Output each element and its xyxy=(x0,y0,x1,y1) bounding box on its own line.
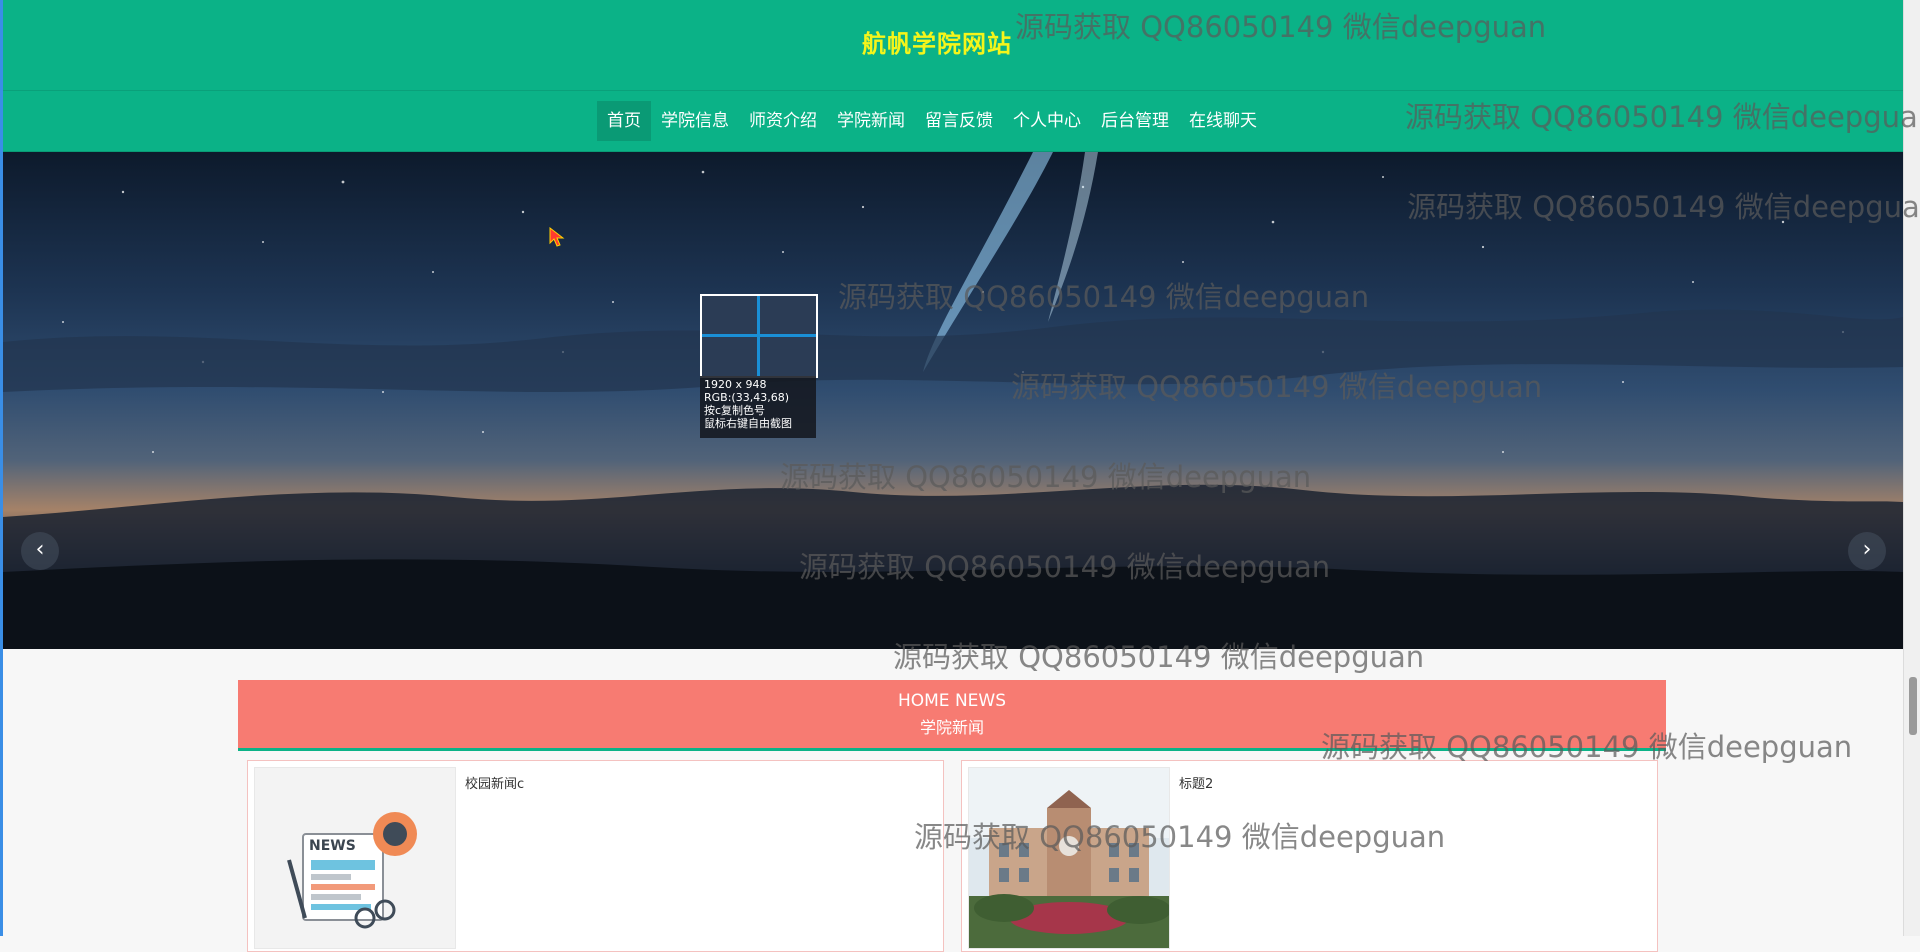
news-thumbnail[interactable] xyxy=(968,767,1170,949)
capture-magnifier xyxy=(700,294,818,378)
mouse-cursor-icon xyxy=(549,227,565,247)
main-nav: 首页 学院信息 师资介绍 学院新闻 留言反馈 个人中心 后台管理 在线聊天 xyxy=(0,90,1903,153)
campus-building-photo-icon xyxy=(969,768,1169,948)
news-card-title[interactable]: 校园新闻c xyxy=(465,773,524,792)
capture-info-panel: 1920 x 948 RGB:(33,43,68) 按c复制色号 鼠标右键自由截… xyxy=(700,376,816,438)
news-card[interactable]: 标题2 xyxy=(961,760,1658,952)
scrollbar-thumb[interactable] xyxy=(1909,677,1917,735)
chevron-left-icon: ‹ xyxy=(35,537,45,562)
banner-night-sky-image xyxy=(3,152,1903,649)
capture-copy-hint: 按c复制色号 xyxy=(704,404,766,417)
news-thumbnail[interactable]: NEWS xyxy=(254,767,456,949)
news-card-title[interactable]: 标题2 xyxy=(1179,773,1213,792)
banner-carousel[interactable]: ‹ › xyxy=(3,152,1903,649)
nav-item-college-news[interactable]: 学院新闻 xyxy=(827,101,915,141)
nav-item-faculty[interactable]: 师资介绍 xyxy=(739,101,827,141)
svg-text:NEWS: NEWS xyxy=(309,838,356,854)
capture-size-text: 1920 x 948 xyxy=(704,378,767,391)
carousel-next-button[interactable]: › xyxy=(1848,532,1886,570)
news-section-heading: HOME NEWS 学院新闻 xyxy=(238,680,1666,751)
news-illustration-icon: NEWS xyxy=(255,768,455,948)
nav-item-home[interactable]: 首页 xyxy=(597,101,651,141)
nav-item-college-info[interactable]: 学院信息 xyxy=(651,101,739,141)
news-heading-en: HOME NEWS xyxy=(897,691,1007,711)
news-heading-cn: 学院新闻 xyxy=(919,718,984,737)
site-header: 航帆学院网站 xyxy=(0,0,1903,90)
site-title: 航帆学院网站 xyxy=(862,30,1012,58)
nav-item-feedback[interactable]: 留言反馈 xyxy=(915,101,1003,141)
nav-item-profile[interactable]: 个人中心 xyxy=(1003,101,1091,141)
window-edge xyxy=(0,0,3,936)
nav-item-chat[interactable]: 在线聊天 xyxy=(1179,101,1267,141)
nav-item-admin[interactable]: 后台管理 xyxy=(1091,101,1179,141)
capture-free-hint: 鼠标右键自由截图 xyxy=(704,417,792,430)
news-card[interactable]: NEWS 校园新闻c xyxy=(247,760,944,952)
chevron-right-icon: › xyxy=(1862,537,1872,562)
page-scrollbar[interactable] xyxy=(1903,0,1920,936)
capture-rgb-text: RGB:(33,43,68) xyxy=(704,391,789,404)
carousel-prev-button[interactable]: ‹ xyxy=(21,532,59,570)
